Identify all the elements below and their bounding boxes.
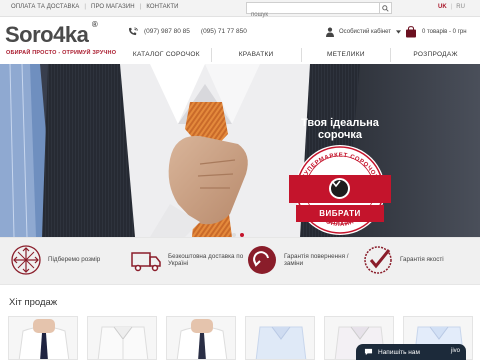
- return-arrow-icon: [246, 244, 278, 276]
- cart[interactable]: 0 товарів - 0 грн: [405, 26, 467, 38]
- phone-icon: [129, 27, 138, 36]
- chat-widget[interactable]: Напишіть нам jivo: [356, 344, 466, 360]
- quality-checkmark-icon: [362, 244, 394, 276]
- top-bar: ОПЛАТА ТА ДОСТАВКА | ПРО МАГАЗИН | КОНТАКТИ …: [0, 0, 480, 20]
- phones: (097) 987 80 85 (095) 71 77 850: [128, 27, 247, 36]
- hero-photo-man-adjusting-tie: СУПЕРМАРКЕТ СОРОЧОК ОНЛАЙН: [0, 64, 480, 237]
- search-box: [246, 2, 392, 20]
- user-icon: [326, 27, 334, 37]
- feature-quality: Гарантія якості: [362, 244, 460, 276]
- nav-item-sale[interactable]: РОЗПРОДАЖ: [390, 48, 480, 62]
- link-contacts[interactable]: КОНТАКТИ: [146, 4, 178, 10]
- hero-banner: СУПЕРМАРКЕТ СОРОЧОК ОНЛАЙН Твоя ідеальна…: [0, 64, 480, 237]
- top-links: ОПЛАТА ТА ДОСТАВКА | ПРО МАГАЗИН | КОНТАКТИ: [11, 4, 179, 10]
- language-switcher: UK | RU: [438, 4, 465, 10]
- scroll-down-button[interactable]: [329, 178, 350, 199]
- lang-uk[interactable]: UK: [438, 4, 447, 10]
- product-card[interactable]: [8, 316, 78, 360]
- nav-item-bow-ties[interactable]: МЕТЕЛИКИ: [300, 48, 391, 62]
- main-nav: КАТАЛОГ СОРОЧОК КРАВАТКИ МЕТЕЛИКИ РОЗПРО…: [122, 48, 480, 62]
- chevron-down-icon: [396, 30, 402, 34]
- search-input[interactable]: [247, 10, 377, 20]
- account-label: Особистий кабінет: [339, 29, 392, 35]
- separator: |: [139, 4, 142, 10]
- logo-text: Soro4ka: [5, 22, 89, 47]
- chat-brand: jivo: [450, 348, 460, 354]
- cart-summary: 0 товарів - 0 грн: [422, 29, 467, 35]
- feature-return-text: Гарантія повернення / заміни: [284, 252, 349, 268]
- account-menu[interactable]: Особистий кабінет: [326, 27, 402, 37]
- feature-delivery: Безкоштовна доставка по Україні: [130, 244, 248, 276]
- badge-title-line1: Твоя ідеальна: [301, 117, 379, 129]
- phone-number-1[interactable]: (097) 987 80 85: [144, 28, 190, 35]
- feature-quality-text: Гарантія якості: [400, 256, 444, 264]
- product-photo-shirt-with-tie: [167, 317, 235, 359]
- slogan: ОБИРАЙ ПРОСТО - ОТРИМУЙ ЗРУЧНО: [6, 50, 117, 56]
- feature-delivery-text: Безкоштовна доставка по Україні: [168, 252, 244, 268]
- nav-item-ties[interactable]: КРАВАТКИ: [210, 48, 301, 62]
- bestsellers-title: Хіт продаж: [9, 297, 58, 308]
- chevron-down-icon: [331, 180, 341, 188]
- badge-title-line2: сорочка: [317, 129, 362, 141]
- chat-label: Напишіть нам: [378, 348, 420, 356]
- feature-return: Гарантія повернення / заміни: [246, 244, 354, 276]
- product-card[interactable]: [166, 316, 236, 360]
- delivery-truck-icon: [130, 244, 162, 276]
- shopping-bag-icon: [406, 26, 416, 38]
- logo[interactable]: Soro4ka ®: [5, 20, 98, 48]
- registered-mark: ®: [91, 20, 98, 29]
- link-about-store[interactable]: ПРО МАГАЗИН: [91, 4, 135, 10]
- search-icon: [382, 4, 389, 12]
- choose-button[interactable]: ВИБРАТИ: [296, 205, 384, 222]
- phone-number-2[interactable]: (095) 71 77 850: [201, 28, 247, 35]
- product-photo-folded-shirt: [88, 317, 156, 359]
- features-strip: Підберемо розмір Безкоштовна доставка по…: [0, 237, 480, 285]
- size-arrows-icon: [10, 244, 42, 276]
- product-card[interactable]: [87, 316, 157, 360]
- chat-icon: [364, 348, 373, 356]
- link-payment-delivery[interactable]: ОПЛАТА ТА ДОСТАВКА: [11, 4, 79, 10]
- lang-ru[interactable]: RU: [456, 4, 465, 10]
- product-card[interactable]: [245, 316, 315, 360]
- feature-size: Підберемо розмір: [10, 244, 118, 276]
- nav-item-shirts-catalog[interactable]: КАТАЛОГ СОРОЧОК: [122, 48, 211, 62]
- product-photo-shirt-with-tie: [9, 317, 77, 359]
- product-photo-folded-blue-shirt: [246, 317, 314, 359]
- separator: |: [84, 4, 87, 10]
- feature-size-text: Підберемо розмір: [48, 256, 101, 264]
- separator: |: [450, 4, 453, 10]
- search-button[interactable]: [379, 3, 391, 13]
